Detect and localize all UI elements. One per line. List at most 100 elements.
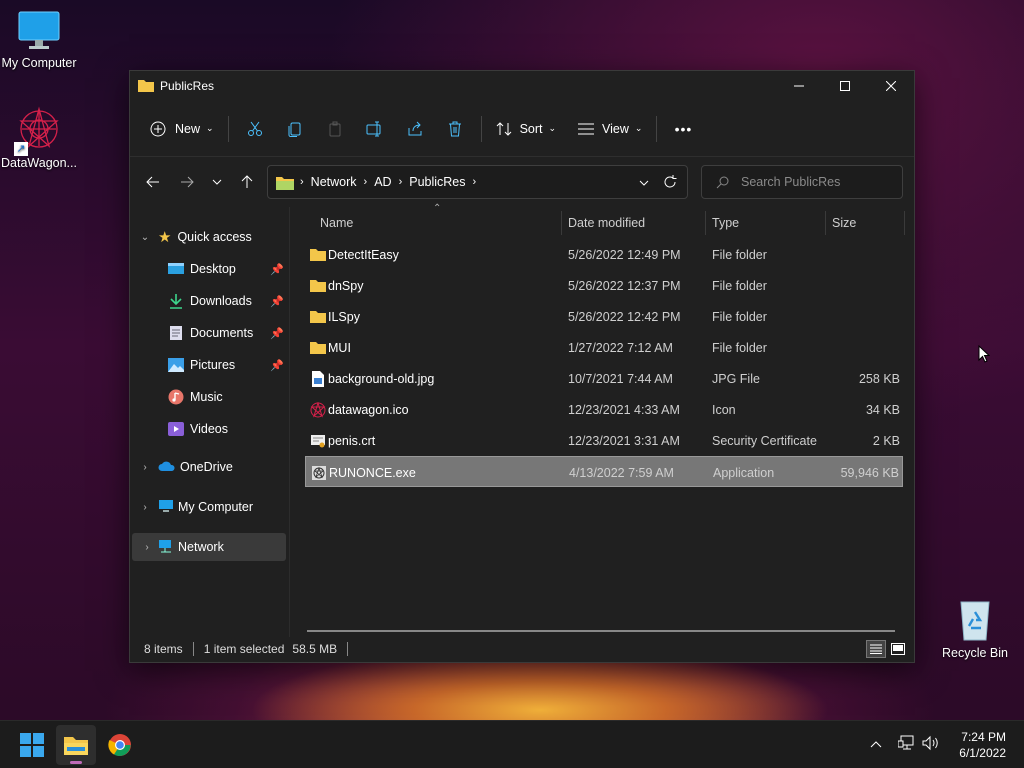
column-date-modified[interactable]: Date modified — [568, 207, 645, 239]
search-input[interactable]: Search PublicRes — [741, 175, 840, 189]
file-row[interactable]: ILSpy 5/26/2022 12:42 PM File folder — [305, 301, 903, 332]
desktop-icon-my-computer[interactable]: My Computer — [0, 10, 79, 70]
monitor-icon — [17, 10, 61, 52]
copy-button[interactable] — [275, 112, 315, 146]
desktop-icon — [168, 262, 184, 276]
nav-item-videos[interactable]: Videos — [130, 415, 288, 443]
pin-icon[interactable]: 📌 — [270, 359, 284, 372]
nav-item-downloads[interactable]: Downloads 📌 — [130, 287, 288, 315]
file-row[interactable]: datawagon.ico 12/23/2021 4:33 AM Icon 34 KB — [305, 394, 903, 425]
volume-icon[interactable] — [922, 735, 940, 754]
folder-icon — [310, 239, 326, 270]
documents-icon — [168, 325, 184, 341]
column-separator[interactable] — [825, 211, 826, 235]
file-row[interactable]: dnSpy 5/26/2022 12:37 PM File folder — [305, 270, 903, 301]
taskbar-chrome[interactable] — [100, 725, 140, 765]
up-button[interactable] — [232, 167, 262, 197]
paste-button[interactable] — [315, 112, 355, 146]
column-separator[interactable] — [561, 211, 562, 235]
more-options-button[interactable]: ••• — [663, 112, 703, 146]
file-type: Icon — [712, 402, 736, 417]
pin-icon[interactable]: 📌 — [270, 327, 284, 340]
nav-item-documents[interactable]: Documents 📌 — [130, 319, 288, 347]
column-separator[interactable] — [705, 211, 706, 235]
clock[interactable]: 7:24 PM 6/1/2022 — [959, 729, 1006, 761]
file-row[interactable]: background-old.jpg 10/7/2021 7:44 AM JPG F… — [305, 363, 903, 394]
network-status-icon[interactable] — [897, 735, 916, 754]
rename-button[interactable] — [355, 112, 395, 146]
show-hidden-icons-button[interactable] — [870, 737, 882, 751]
nav-quick-access[interactable]: ⌄ ★ Quick access — [130, 223, 288, 251]
title-bar[interactable]: PublicRes — [130, 71, 914, 101]
file-row[interactable]: MUI 1/27/2022 7:12 AM File folder — [305, 332, 903, 363]
share-icon — [408, 121, 422, 135]
file-row[interactable]: RUNONCE.exe 4/13/2022 7:59 AM Application 5… — [305, 456, 903, 487]
breadcrumb-publicres[interactable]: PublicRes — [409, 175, 465, 189]
share-button[interactable] — [395, 112, 435, 146]
command-bar: New ⌄ Sort ⌄ View ⌄ ••• — [130, 101, 914, 157]
breadcrumb-network[interactable]: Network — [311, 175, 357, 189]
desktop-icon-recycle-bin[interactable]: Recycle Bin — [935, 598, 1015, 660]
back-button[interactable] — [138, 167, 168, 197]
pin-icon[interactable]: 📌 — [270, 263, 284, 276]
tiles-view-button[interactable] — [888, 640, 908, 658]
recent-locations-button[interactable] — [202, 167, 232, 197]
monitor-icon — [158, 499, 174, 516]
network-icon — [158, 539, 174, 556]
chevron-up-icon — [870, 741, 882, 748]
file-date: 5/26/2022 12:49 PM — [568, 247, 681, 262]
windows-logo-icon — [20, 733, 44, 757]
start-button[interactable] — [12, 725, 52, 765]
pane-divider[interactable] — [289, 207, 290, 637]
file-row[interactable]: DetectItEasy 5/26/2022 12:49 PM File folde… — [305, 239, 903, 270]
details-view-icon — [870, 644, 882, 654]
plus-circle-icon — [150, 121, 166, 136]
column-name[interactable]: Name — [320, 207, 353, 239]
file-date: 1/27/2022 7:12 AM — [568, 340, 673, 355]
sort-button[interactable]: Sort ⌄ — [488, 112, 564, 146]
nav-label: Pictures — [190, 358, 236, 372]
nav-my-computer[interactable]: › My Computer — [130, 493, 288, 521]
new-label: New — [175, 121, 201, 136]
nav-onedrive[interactable]: › OneDrive — [130, 453, 288, 481]
maximize-button[interactable] — [822, 71, 868, 101]
nav-item-pictures[interactable]: Pictures 📌 — [130, 351, 288, 379]
view-list-icon — [578, 123, 595, 134]
file-date: 4/13/2022 7:59 AM — [569, 465, 674, 480]
details-view-button[interactable] — [866, 640, 886, 658]
breadcrumb-ad[interactable]: AD — [374, 175, 391, 189]
address-history-button[interactable] — [639, 175, 649, 189]
sort-indicator-icon: ⌃ — [433, 203, 442, 214]
cut-button[interactable] — [235, 112, 275, 146]
forward-button[interactable] — [172, 167, 202, 197]
nav-item-desktop[interactable]: Desktop 📌 — [130, 255, 288, 283]
certificate-file-icon — [310, 425, 326, 456]
mouse-cursor-icon — [978, 344, 991, 366]
minimize-button[interactable] — [776, 71, 822, 101]
new-button[interactable]: New ⌄ — [142, 112, 222, 146]
folder-icon — [310, 301, 326, 332]
folder-icon — [276, 176, 294, 190]
column-type[interactable]: Type — [712, 207, 739, 239]
nav-network[interactable]: › Network — [132, 533, 286, 561]
close-button[interactable] — [868, 71, 914, 101]
nav-item-music[interactable]: Music — [130, 383, 288, 411]
taskbar-file-explorer[interactable] — [56, 725, 96, 765]
view-button[interactable]: View ⌄ — [570, 112, 650, 146]
column-header-row: ⌃ Name Date modified Type Size — [305, 203, 905, 239]
desktop-icon-datawagon[interactable]: ↗ DataWagon... — [0, 106, 79, 170]
address-bar[interactable]: › Network › AD › PublicRes › — [267, 165, 688, 199]
file-date: 5/26/2022 12:37 PM — [568, 278, 681, 293]
search-box[interactable]: Search PublicRes — [701, 165, 903, 199]
delete-button[interactable] — [435, 112, 475, 146]
nav-label: Network — [178, 540, 224, 554]
column-size[interactable]: Size — [832, 207, 856, 239]
rename-icon — [366, 121, 381, 136]
file-row[interactable]: penis.crt 12/23/2021 3:31 AM Security Cert… — [305, 425, 903, 456]
column-separator[interactable] — [904, 211, 905, 235]
pin-icon[interactable]: 📌 — [270, 295, 284, 308]
horizontal-scrollbar[interactable] — [307, 630, 895, 632]
scissors-icon — [247, 121, 262, 136]
refresh-button[interactable] — [663, 175, 677, 192]
separator — [480, 115, 482, 142]
